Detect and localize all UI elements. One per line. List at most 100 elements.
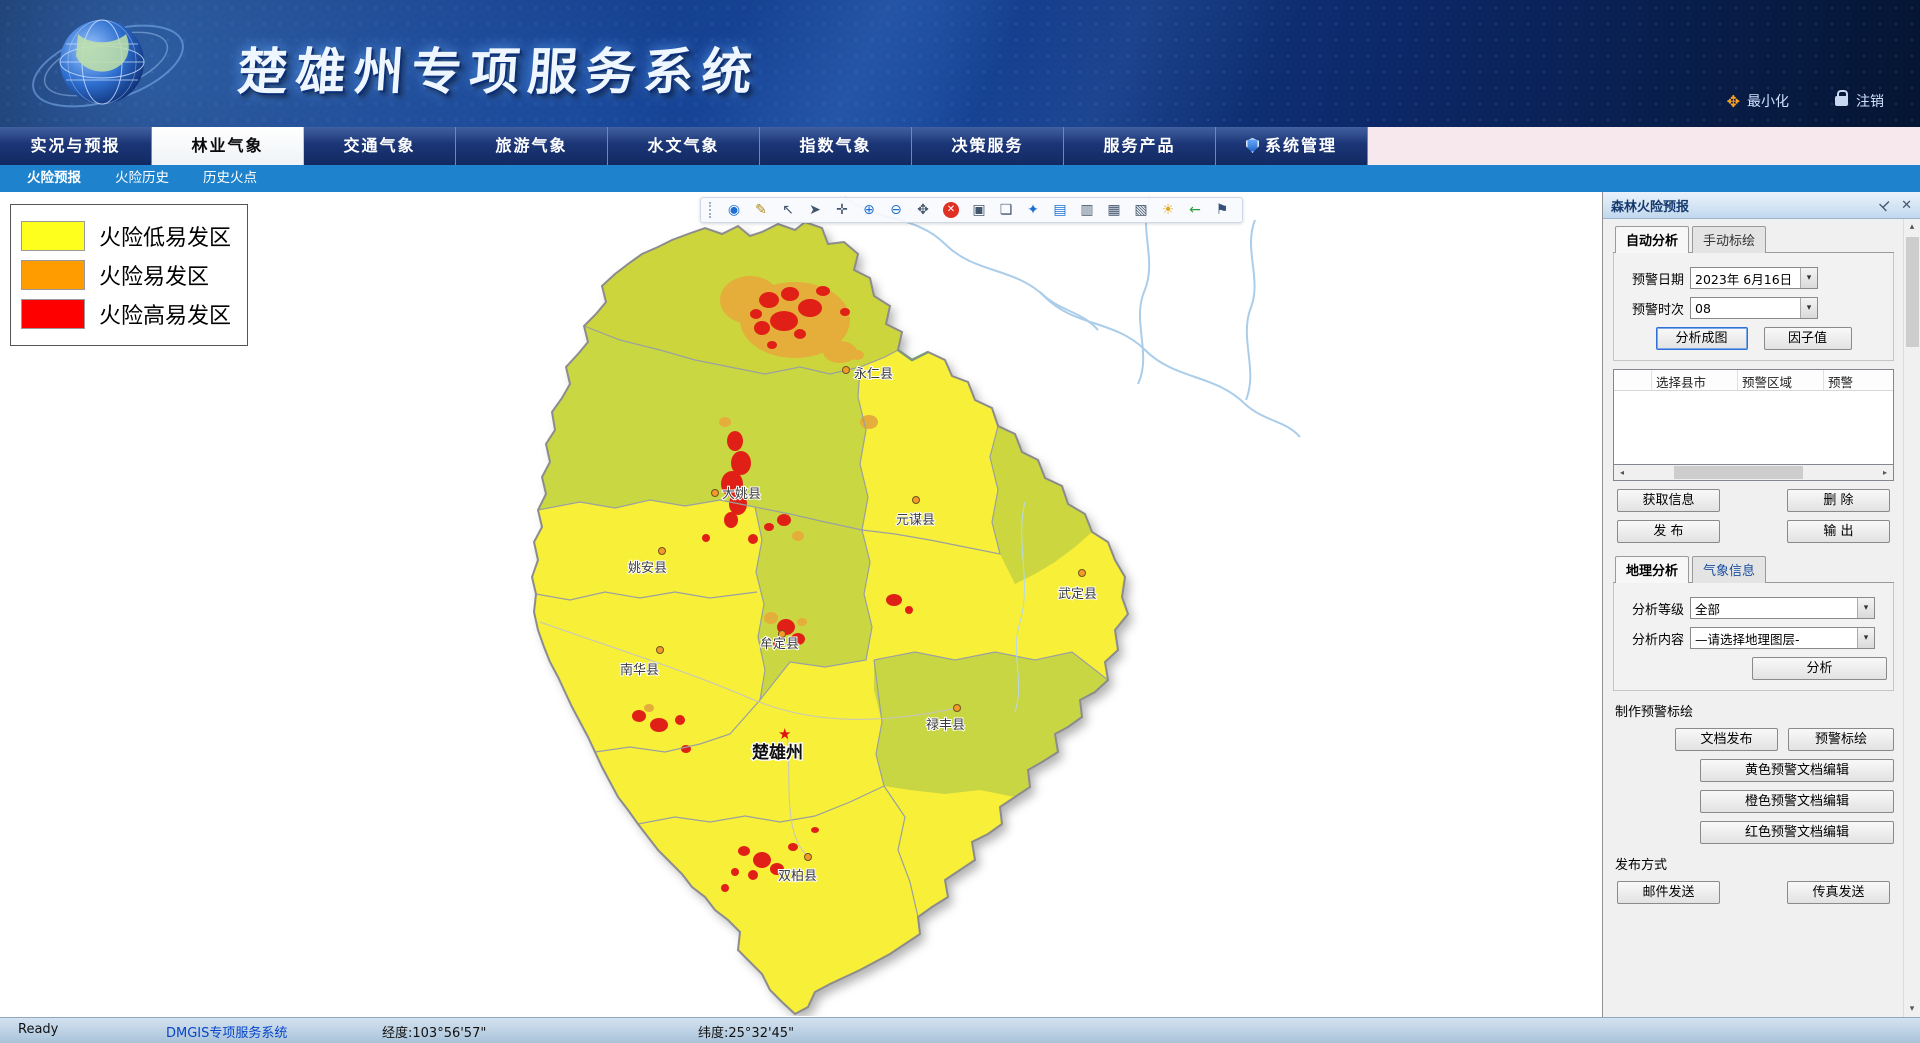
map-legend: 火险低易发区 火险易发区 火险高易发区 — [10, 204, 248, 346]
fax-send-button[interactable]: 传真发送 — [1787, 881, 1890, 904]
print-icon[interactable]: ▦ — [1102, 199, 1126, 221]
tab-forestry-weather[interactable]: 林业气象 — [152, 127, 304, 165]
tab-index-weather[interactable]: 指数气象 — [760, 127, 912, 165]
chevron-down-icon: ▾ — [1800, 268, 1817, 288]
svg-text:武定县: 武定县 — [1058, 587, 1097, 602]
svg-text:禄丰县: 禄丰县 — [926, 718, 965, 733]
info-tabs: 地理分析 气象信息 — [1613, 555, 1894, 583]
map-area[interactable]: 永仁县 大姚县 元谋县 姚安县 武定县 南华县 牟定县 禄丰县 双柏县 ★ 楚雄… — [0, 192, 1602, 1017]
identify-icon[interactable]: ✦ — [1021, 199, 1045, 221]
analyze-map-button[interactable]: 分析成图 — [1656, 327, 1748, 350]
scroll-left-icon[interactable]: ◂ — [1614, 468, 1630, 477]
layout-icon[interactable]: ▧ — [1129, 199, 1153, 221]
scroll-right-icon[interactable]: ▸ — [1877, 468, 1893, 477]
svg-text:姚安县: 姚安县 — [628, 561, 667, 576]
city-star-icon: ★ — [778, 725, 791, 743]
scrollbar-thumb[interactable] — [1906, 237, 1919, 347]
analyze-button[interactable]: 分析 — [1752, 657, 1887, 680]
svg-text:元谋县: 元谋县 — [896, 513, 935, 528]
tab-system-management[interactable]: 系统管理 — [1216, 127, 1368, 165]
scroll-down-icon[interactable]: ▾ — [1904, 1001, 1920, 1017]
pointer-icon[interactable]: ➤ — [803, 199, 827, 221]
full-extent-icon[interactable]: ▣ — [967, 199, 991, 221]
header-actions: ✥ 最小化 注销 — [1727, 91, 1884, 111]
tab-hydrology-weather[interactable]: 水文气象 — [608, 127, 760, 165]
analysis-mode-tabs: 自动分析 手动标绘 — [1613, 225, 1894, 253]
zoom-in-icon[interactable]: ⊕ — [857, 199, 881, 221]
doc-publish-button[interactable]: 文档发布 — [1675, 728, 1778, 751]
legend-icon[interactable]: ▤ — [1048, 199, 1072, 221]
tab-auto-analysis[interactable]: 自动分析 — [1615, 226, 1689, 253]
chart-icon[interactable]: ▥ — [1075, 199, 1099, 221]
sub-nav: 火险预报 火险历史 历史火点 — [0, 165, 1920, 192]
delete-button[interactable]: 删 除 — [1787, 489, 1890, 512]
logout-button[interactable]: 注销 — [1835, 91, 1884, 111]
tab-live-forecast[interactable]: 实况与预报 — [0, 127, 152, 165]
tab-geo-analysis[interactable]: 地理分析 — [1615, 556, 1689, 583]
col-warning[interactable]: 预警 — [1824, 370, 1894, 390]
legend-swatch-medium — [21, 260, 85, 290]
select-arrow-icon[interactable]: ↖ — [776, 199, 800, 221]
yellow-warning-doc-button[interactable]: 黄色预警文档编辑 — [1700, 759, 1894, 782]
status-system-link[interactable]: DMGIS专项服务系统 — [166, 1022, 287, 1041]
status-latitude: 纬度:25°32'45" — [698, 1022, 794, 1041]
legend-row-high: 火险高易发区 — [21, 298, 231, 330]
back-icon[interactable]: ← — [1183, 199, 1207, 221]
flag-icon[interactable]: ⚑ — [1210, 199, 1234, 221]
email-send-button[interactable]: 邮件发送 — [1617, 881, 1720, 904]
tab-service-products[interactable]: 服务产品 — [1064, 127, 1216, 165]
shield-icon — [1246, 138, 1259, 153]
city-label: 楚雄州 — [752, 742, 803, 763]
tab-weather-info[interactable]: 气象信息 — [1692, 556, 1766, 583]
tips-icon[interactable]: ☀ — [1156, 199, 1180, 221]
minimize-icon: ✥ — [1727, 92, 1740, 111]
minimize-button[interactable]: ✥ 最小化 — [1727, 91, 1789, 111]
toolbar-drag-handle[interactable] — [709, 202, 713, 218]
crosshair-icon[interactable]: ✛ — [830, 199, 854, 221]
stop-icon[interactable]: ✕ — [943, 202, 959, 218]
zoom-out-icon[interactable]: ⊖ — [884, 199, 908, 221]
publish-section-title: 发布方式 — [1615, 854, 1894, 873]
get-info-button[interactable]: 获取信息 — [1617, 489, 1720, 512]
tab-decision-service[interactable]: 决策服务 — [912, 127, 1064, 165]
warning-plot-button[interactable]: 预警标绘 — [1788, 728, 1894, 751]
svg-text:牟定县: 牟定县 — [760, 637, 799, 652]
pan-icon[interactable]: ✥ — [911, 199, 935, 221]
col-warning-area[interactable]: 预警区域 — [1738, 370, 1824, 390]
analysis-content-select[interactable]: —请选择地理图层- ▾ — [1690, 627, 1875, 649]
subnav-fire-risk-history[interactable]: 火险历史 — [98, 165, 186, 192]
list-horizontal-scrollbar[interactable]: ◂ ▸ — [1613, 465, 1894, 481]
subnav-fire-risk-forecast[interactable]: 火险预报 — [10, 165, 98, 192]
subnav-historical-fire-points[interactable]: 历史火点 — [186, 165, 274, 192]
output-button[interactable]: 输 出 — [1787, 520, 1890, 543]
factor-value-button[interactable]: 因子值 — [1764, 327, 1852, 350]
main-nav: 实况与预报 林业气象 交通气象 旅游气象 水文气象 指数气象 决策服务 服务产品… — [0, 127, 1920, 165]
chevron-down-icon: ▾ — [1857, 598, 1874, 618]
chevron-down-icon: ▾ — [1800, 298, 1817, 318]
warning-time-select[interactable]: 08 ▾ — [1690, 297, 1818, 319]
tab-manual-plot[interactable]: 手动标绘 — [1692, 226, 1766, 253]
red-warning-doc-button[interactable]: 红色预警文档编辑 — [1700, 821, 1894, 844]
svg-text:永仁县: 永仁县 — [854, 367, 893, 382]
pin-icon[interactable]: ⊥ — [1876, 195, 1895, 214]
panel-vertical-scrollbar[interactable]: ▴ ▾ — [1903, 219, 1920, 1017]
scroll-up-icon[interactable]: ▴ — [1904, 219, 1920, 235]
publish-button[interactable]: 发 布 — [1617, 520, 1720, 543]
warning-date-select[interactable]: 2023年 6月16日 ▾ — [1690, 267, 1818, 289]
globe-icon[interactable]: ◉ — [722, 199, 746, 221]
export-map-icon[interactable]: ❏ — [994, 199, 1018, 221]
warning-list[interactable]: 选择县市 预警区域 预警 — [1613, 369, 1894, 465]
warning-time-label: 预警时次 — [1620, 299, 1684, 318]
app-window: 楚雄州专项服务系统 ✥ 最小化 注销 实况与预报 林业气象 交通气象 旅游气象 … — [0, 0, 1920, 1043]
close-icon[interactable]: ✕ — [1901, 198, 1912, 213]
tab-tourism-weather[interactable]: 旅游气象 — [456, 127, 608, 165]
analysis-level-select[interactable]: 全部 ▾ — [1690, 597, 1875, 619]
chevron-down-icon: ▾ — [1857, 628, 1874, 648]
col-county[interactable]: 选择县市 — [1652, 370, 1738, 390]
measure-icon[interactable]: ✎ — [749, 199, 773, 221]
scrollbar-thumb[interactable] — [1674, 466, 1802, 479]
orange-warning-doc-button[interactable]: 橙色预警文档编辑 — [1700, 790, 1894, 813]
tab-traffic-weather[interactable]: 交通气象 — [304, 127, 456, 165]
status-longitude: 经度:103°56'57" — [382, 1022, 486, 1041]
panel-title: 森林火险预报 — [1611, 196, 1689, 215]
